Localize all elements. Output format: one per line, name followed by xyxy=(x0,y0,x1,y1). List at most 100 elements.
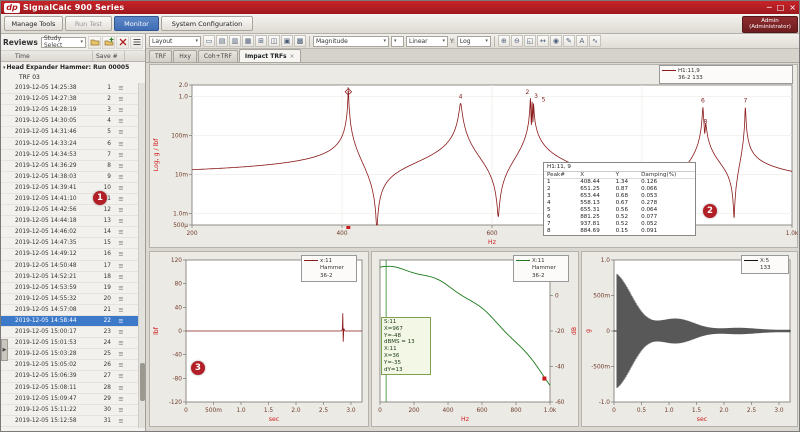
row-menu-icon[interactable]: ≡ xyxy=(111,140,131,148)
close-button[interactable]: × xyxy=(789,4,796,12)
tree-expand-icon[interactable]: ▾ xyxy=(3,65,6,71)
row-menu-icon[interactable]: ≡ xyxy=(111,306,131,314)
column-save[interactable]: Save # xyxy=(93,51,125,61)
review-row[interactable]: 2019-12-05 14:46:0214≡ xyxy=(1,227,139,238)
row-menu-icon[interactable]: ≡ xyxy=(111,128,131,136)
row-menu-icon[interactable]: ≡ xyxy=(111,262,131,270)
row-menu-icon[interactable]: ≡ xyxy=(111,295,131,303)
layout-single-icon[interactable]: ▭ xyxy=(203,35,215,47)
review-row[interactable]: 2019-12-05 14:34:537≡ xyxy=(1,150,139,161)
tab-coh-trf[interactable]: Coh+TRF xyxy=(198,50,238,62)
review-row[interactable]: 2019-12-05 14:30:054≡ xyxy=(1,116,139,127)
maximize-button[interactable]: □ xyxy=(777,4,785,12)
row-menu-icon[interactable]: ≡ xyxy=(111,95,131,103)
y-scale-dropdown[interactable]: Log▾ xyxy=(457,36,491,47)
row-menu-icon[interactable]: ≡ xyxy=(111,372,131,380)
open-folder-icon[interactable] xyxy=(88,36,101,49)
minimize-button[interactable]: ─ xyxy=(767,4,772,12)
manage-tools-button[interactable]: Manage Tools xyxy=(4,16,63,31)
response-time-chart[interactable]: 00.51.01.52.02.53.01.0500m0-500m-1.0secg xyxy=(582,252,799,428)
run-test-button[interactable]: Run Test xyxy=(65,16,112,31)
row-menu-icon[interactable]: ≡ xyxy=(111,417,131,425)
add-folder-icon[interactable] xyxy=(102,36,115,49)
row-menu-icon[interactable]: ≡ xyxy=(111,284,131,292)
row-menu-icon[interactable]: ≡ xyxy=(111,84,131,92)
review-row[interactable]: 2019-12-05 15:09:4729≡ xyxy=(1,394,139,405)
review-row[interactable]: 2019-12-05 14:39:4110≡ xyxy=(1,183,139,194)
review-row[interactable]: 2019-12-05 14:55:3220≡ xyxy=(1,294,139,305)
zoom-in-icon[interactable]: ⊕ xyxy=(498,35,510,47)
review-row[interactable]: 2019-12-05 14:28:193≡ xyxy=(1,105,139,116)
row-menu-icon[interactable]: ≡ xyxy=(111,395,131,403)
x-scale-dropdown[interactable]: Linear▾ xyxy=(406,36,448,47)
panel-collapse-arrow[interactable]: ▶ xyxy=(1,339,8,361)
row-menu-icon[interactable]: ≡ xyxy=(111,273,131,281)
row-menu-icon[interactable]: ≡ xyxy=(111,195,131,203)
row-menu-icon[interactable]: ≡ xyxy=(111,173,131,181)
layout-split-icon[interactable]: ◫ xyxy=(268,35,280,47)
review-row[interactable]: 2019-12-05 15:12:5831≡ xyxy=(1,416,139,427)
annotate-icon[interactable]: ✎ xyxy=(563,35,575,47)
menu-icon[interactable] xyxy=(130,36,143,49)
row-menu-icon[interactable]: ≡ xyxy=(111,117,131,125)
tab-close-icon[interactable]: × xyxy=(290,53,295,60)
review-row[interactable]: 2019-12-05 14:27:382≡ xyxy=(1,94,139,105)
zoom-out-icon[interactable]: ⊖ xyxy=(511,35,523,47)
review-row[interactable]: 2019-12-05 14:41:1011≡ xyxy=(1,194,139,205)
row-menu-icon[interactable]: ≡ xyxy=(111,151,131,159)
review-row[interactable]: 2019-12-05 14:25:381≡ xyxy=(1,83,139,94)
mini-dropdown[interactable]: ▾ xyxy=(391,36,404,47)
review-row[interactable]: 2019-12-05 14:47:3515≡ xyxy=(1,238,139,249)
tree-node-run[interactable]: ▾Head Expander Hammer: Run 00005 xyxy=(3,64,129,71)
magnitude-dropdown[interactable]: Magnitude▾ xyxy=(313,36,389,47)
pan-icon[interactable]: ↔ xyxy=(537,35,549,47)
row-menu-icon[interactable]: ≡ xyxy=(111,339,131,347)
review-row[interactable]: 2019-12-05 14:52:2118≡ xyxy=(1,272,139,283)
study-select-dropdown[interactable]: Study Select ▾ xyxy=(41,37,86,48)
layout-overlay-icon[interactable]: ▩ xyxy=(294,35,306,47)
review-row[interactable]: 2019-12-05 15:06:3927≡ xyxy=(1,371,139,382)
review-row[interactable]: 2019-12-05 15:08:1128≡ xyxy=(1,383,139,394)
layout-dropdown[interactable]: Layout▾ xyxy=(149,36,201,47)
layout-2x2-icon[interactable]: ⊞ xyxy=(255,35,267,47)
tab-impact-trfs[interactable]: Impact TRFs× xyxy=(239,49,301,62)
row-menu-icon[interactable]: ≡ xyxy=(111,184,131,192)
system-configuration-button[interactable]: System Configuration xyxy=(161,16,253,31)
row-menu-icon[interactable]: ≡ xyxy=(111,217,131,225)
tree-node-trf[interactable]: TRF 03 xyxy=(19,74,40,81)
row-menu-icon[interactable]: ≡ xyxy=(111,206,131,214)
row-menu-icon[interactable]: ≡ xyxy=(111,106,131,114)
row-menu-icon[interactable]: ≡ xyxy=(111,250,131,258)
review-row[interactable]: 2019-12-05 14:33:246≡ xyxy=(1,138,139,149)
layout-grid-icon[interactable]: ▦ xyxy=(242,35,254,47)
row-menu-icon[interactable]: ≡ xyxy=(111,361,131,369)
row-menu-icon[interactable]: ≡ xyxy=(111,406,131,414)
row-menu-icon[interactable]: ≡ xyxy=(111,328,131,336)
layout-focus-icon[interactable]: ▣ xyxy=(281,35,293,47)
scrollbar-thumb[interactable] xyxy=(140,363,145,401)
admin-button[interactable]: Admin (Administrator) xyxy=(742,16,798,33)
review-row[interactable]: 2019-12-05 14:50:4817≡ xyxy=(1,261,139,272)
row-menu-icon[interactable]: ≡ xyxy=(111,162,131,170)
review-row[interactable]: 2019-12-05 15:01:5324≡ xyxy=(1,338,139,349)
row-menu-icon[interactable]: ≡ xyxy=(111,317,131,325)
review-row[interactable]: 2019-12-05 15:11:2230≡ xyxy=(1,405,139,416)
row-menu-icon[interactable]: ≡ xyxy=(111,239,131,247)
frf-chart[interactable]: 2004006008001.0k2.01.0100m10m1.0m500µHzL… xyxy=(150,65,799,249)
review-row[interactable]: 2019-12-05 14:38:039≡ xyxy=(1,172,139,183)
text-label-icon[interactable]: A xyxy=(576,35,588,47)
zoom-fit-icon[interactable]: ◱ xyxy=(524,35,536,47)
review-row[interactable]: 2019-12-05 14:57:0821≡ xyxy=(1,305,139,316)
layout-rows-icon[interactable]: ▤ xyxy=(216,35,228,47)
waveform-cursor-icon[interactable]: ∿ xyxy=(589,35,601,47)
cursor-icon[interactable]: ◉ xyxy=(550,35,562,47)
review-row[interactable]: 2019-12-05 14:49:1216≡ xyxy=(1,249,139,260)
reviews-scrollbar[interactable] xyxy=(138,83,145,428)
monitor-button[interactable]: Monitor xyxy=(114,16,159,31)
layout-columns-icon[interactable]: ▥ xyxy=(229,35,241,47)
review-row[interactable]: 2019-12-05 14:36:298≡ xyxy=(1,161,139,172)
tab-trf[interactable]: TRF xyxy=(149,50,172,62)
row-menu-icon[interactable]: ≡ xyxy=(111,228,131,236)
column-time[interactable]: Time xyxy=(1,51,93,61)
tab-hxy[interactable]: Hxy xyxy=(173,50,197,62)
